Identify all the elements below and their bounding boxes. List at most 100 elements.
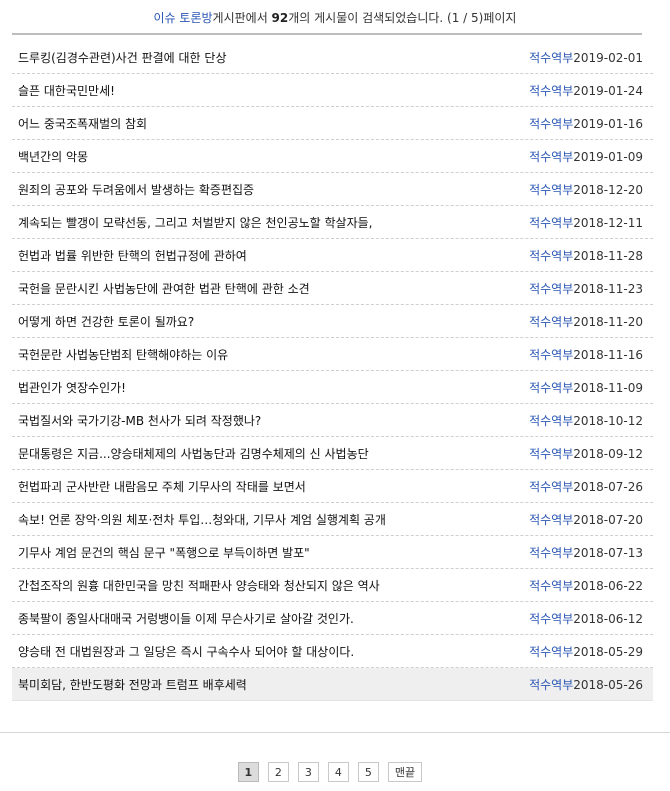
post-row[interactable]: 어떻게 하면 건강한 토론이 될까요? 적수역부2018-11-20 — [12, 305, 653, 338]
post-row[interactable]: 드루킹(김경수관련)사건 판결에 대한 단상 적수역부2019-02-01 — [12, 41, 653, 74]
post-author-link[interactable]: 적수역부 — [529, 678, 573, 692]
post-author-link[interactable]: 적수역부 — [529, 249, 573, 263]
post-title-link[interactable]: 북미회담, 한반도평화 전망과 트럼프 배후세력 — [12, 676, 529, 693]
post-row[interactable]: 간첩조작의 원흉 대한민국을 망친 적패판사 양승태와 청산되지 않은 역사 적수… — [12, 569, 653, 602]
post-author-link[interactable]: 적수역부 — [529, 84, 573, 98]
page-button-1[interactable]: 1 — [237, 762, 259, 782]
post-date: 2019-01-24 — [573, 83, 643, 98]
post-row[interactable]: 북미회담, 한반도평화 전망과 트럼프 배후세력 적수역부2018-05-26 — [12, 668, 653, 701]
post-author-link[interactable]: 적수역부 — [529, 117, 573, 131]
post-author-link[interactable]: 적수역부 — [529, 579, 573, 593]
post-title-link[interactable]: 국헌을 문란시킨 사법농단에 관여한 법관 탄핵에 관한 소견 — [12, 280, 529, 297]
post-meta: 적수역부2018-12-20 — [529, 181, 653, 198]
post-title-link[interactable]: 국헌문란 사법농단범죄 탄핵해야하는 이유 — [12, 346, 529, 363]
post-author-link[interactable]: 적수역부 — [529, 612, 573, 626]
post-row[interactable]: 백년간의 악몽 적수역부2019-01-09 — [12, 140, 653, 173]
post-title-link[interactable]: 종북팔이 종일사대매국 거렁뱅이들 이제 무슨사기로 살아갈 것인가. — [12, 610, 529, 627]
post-title-link[interactable]: 어느 중국조폭재벌의 참회 — [12, 115, 529, 132]
post-title-link[interactable]: 속보! 언론 장악·의원 체포·전차 투입…청와대, 기무사 계엄 실행계획 공… — [12, 511, 529, 528]
post-meta: 적수역부2019-01-09 — [529, 148, 653, 165]
post-date: 2018-12-11 — [573, 215, 643, 230]
post-meta: 적수역부2019-01-16 — [529, 115, 653, 132]
post-title-link[interactable]: 문대통령은 지금...양승태체제의 사법농단과 김명수체제의 신 사법농단 — [12, 445, 529, 462]
post-meta: 적수역부2019-02-01 — [529, 49, 653, 66]
post-author-link[interactable]: 적수역부 — [529, 480, 573, 494]
post-author-link[interactable]: 적수역부 — [529, 150, 573, 164]
post-title-link[interactable]: 간첩조작의 원흉 대한민국을 망친 적패판사 양승태와 청산되지 않은 역사 — [12, 577, 529, 594]
post-meta: 적수역부2018-07-13 — [529, 544, 653, 561]
post-date: 2018-11-09 — [573, 380, 643, 395]
post-row[interactable]: 양승태 전 대법원장과 그 일당은 즉시 구속수사 되어야 할 대상이다. 적수역… — [12, 635, 653, 668]
post-row[interactable]: 헌법과 법률 위반한 탄핵의 헌법규정에 관하여 적수역부2018-11-28 — [12, 239, 653, 272]
post-date: 2018-06-12 — [573, 611, 643, 626]
post-date: 2019-01-16 — [573, 116, 643, 131]
search-summary: 이슈 토론방게시판에서 92개의 게시물이 검색되었습니다. (1 / 5)페이… — [0, 10, 670, 26]
post-row[interactable]: 어느 중국조폭재벌의 참회 적수역부2019-01-16 — [12, 107, 653, 140]
post-author-link[interactable]: 적수역부 — [529, 645, 573, 659]
post-date: 2018-05-29 — [573, 644, 643, 659]
post-author-link[interactable]: 적수역부 — [529, 546, 573, 560]
post-row[interactable]: 슬픈 대한국민만세! 적수역부2019-01-24 — [12, 74, 653, 107]
post-meta: 적수역부2018-11-20 — [529, 313, 653, 330]
post-meta: 적수역부2018-06-12 — [529, 610, 653, 627]
post-row[interactable]: 기무사 계엄 문건의 핵심 문구 "폭행으로 부득이하면 발포" 적수역부2018… — [12, 536, 653, 569]
board-name[interactable]: 이슈 토론방 — [154, 11, 213, 25]
post-title-link[interactable]: 헌법과 법률 위반한 탄핵의 헌법규정에 관하여 — [12, 247, 529, 264]
post-row[interactable]: 원죄의 공포와 두려움에서 발생하는 확증편집증 적수역부2018-12-20 — [12, 173, 653, 206]
post-title-link[interactable]: 슬픈 대한국민만세! — [12, 82, 529, 99]
post-date: 2018-07-26 — [573, 479, 643, 494]
summary-text: 게시판에서 — [212, 11, 272, 25]
post-row[interactable]: 계속되는 빨갱이 모략선동, 그리고 처벌받지 않은 천인공노할 학살자들, 적수… — [12, 206, 653, 239]
result-count: 92 — [271, 11, 289, 25]
post-row[interactable]: 국헌문란 사법농단범죄 탄핵해야하는 이유 적수역부2018-11-16 — [12, 338, 653, 371]
last-page-button[interactable]: 맨끝 — [387, 762, 423, 782]
post-title-link[interactable]: 드루킹(김경수관련)사건 판결에 대한 단상 — [12, 49, 529, 66]
post-author-link[interactable]: 적수역부 — [529, 414, 573, 428]
page-button-2[interactable]: 2 — [267, 762, 289, 782]
post-title-link[interactable]: 원죄의 공포와 두려움에서 발생하는 확증편집증 — [12, 181, 529, 198]
post-row[interactable]: 법관인가 엿장수인가! 적수역부2018-11-09 — [12, 371, 653, 404]
list-bottom-divider — [0, 732, 670, 733]
post-title-link[interactable]: 법관인가 엿장수인가! — [12, 379, 529, 396]
post-title-link[interactable]: 계속되는 빨갱이 모략선동, 그리고 처벌받지 않은 천인공노할 학살자들, — [12, 214, 529, 231]
page-button-5[interactable]: 5 — [357, 762, 379, 782]
post-title-link[interactable]: 헌법파괴 군사반란 내람음모 주체 기무사의 작태를 보면서 — [12, 478, 529, 495]
post-author-link[interactable]: 적수역부 — [529, 381, 573, 395]
post-row[interactable]: 헌법파괴 군사반란 내람음모 주체 기무사의 작태를 보면서 적수역부2018-0… — [12, 470, 653, 503]
post-title-link[interactable]: 백년간의 악몽 — [12, 148, 529, 165]
post-author-link[interactable]: 적수역부 — [529, 282, 573, 296]
post-meta: 적수역부2018-07-26 — [529, 478, 653, 495]
post-title-link[interactable]: 기무사 계엄 문건의 핵심 문구 "폭행으로 부득이하면 발포" — [12, 544, 529, 561]
post-row[interactable]: 문대통령은 지금...양승태체제의 사법농단과 김명수체제의 신 사법농단 적수역… — [12, 437, 653, 470]
page-button-3[interactable]: 3 — [297, 762, 319, 782]
post-row[interactable]: 국헌을 문란시킨 사법농단에 관여한 법관 탄핵에 관한 소견 적수역부2018-… — [12, 272, 653, 305]
post-list: 드루킹(김경수관련)사건 판결에 대한 단상 적수역부2019-02-01 슬픈 대… — [12, 41, 653, 701]
post-date: 2018-07-20 — [573, 512, 643, 527]
post-date: 2018-10-12 — [573, 413, 643, 428]
post-author-link[interactable]: 적수역부 — [529, 447, 573, 461]
post-author-link[interactable]: 적수역부 — [529, 348, 573, 362]
post-meta: 적수역부2019-01-24 — [529, 82, 653, 99]
post-title-link[interactable]: 양승태 전 대법원장과 그 일당은 즉시 구속수사 되어야 할 대상이다. — [12, 643, 529, 660]
post-meta: 적수역부2018-11-28 — [529, 247, 653, 264]
post-title-link[interactable]: 국법질서와 국가기강-MB 천사가 되려 작정했나? — [12, 412, 529, 429]
post-author-link[interactable]: 적수역부 — [529, 183, 573, 197]
post-author-link[interactable]: 적수역부 — [529, 51, 573, 65]
post-row[interactable]: 국법질서와 국가기강-MB 천사가 되려 작정했나? 적수역부2018-10-12 — [12, 404, 653, 437]
post-date: 2018-05-26 — [573, 677, 643, 692]
page-button-4[interactable]: 4 — [327, 762, 349, 782]
post-author-link[interactable]: 적수역부 — [529, 315, 573, 329]
post-meta: 적수역부2018-09-12 — [529, 445, 653, 462]
post-author-link[interactable]: 적수역부 — [529, 513, 573, 527]
post-author-link[interactable]: 적수역부 — [529, 216, 573, 230]
post-date: 2018-11-16 — [573, 347, 643, 362]
post-row[interactable]: 종북팔이 종일사대매국 거렁뱅이들 이제 무슨사기로 살아갈 것인가. 적수역부2… — [12, 602, 653, 635]
post-date: 2018-07-13 — [573, 545, 643, 560]
post-date: 2018-09-12 — [573, 446, 643, 461]
post-date: 2018-06-22 — [573, 578, 643, 593]
post-meta: 적수역부2018-10-12 — [529, 412, 653, 429]
post-date: 2018-11-28 — [573, 248, 643, 263]
post-meta: 적수역부2018-05-29 — [529, 643, 653, 660]
post-row[interactable]: 속보! 언론 장악·의원 체포·전차 투입…청와대, 기무사 계엄 실행계획 공… — [12, 503, 653, 536]
post-title-link[interactable]: 어떻게 하면 건강한 토론이 될까요? — [12, 313, 529, 330]
